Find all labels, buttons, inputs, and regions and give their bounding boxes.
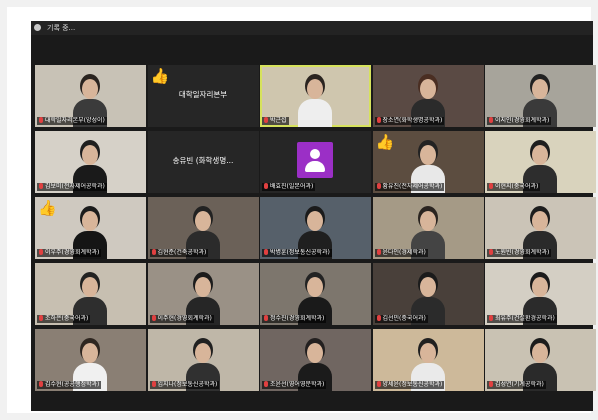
participant-tile[interactable]: 양세윤(정보통신공학과) bbox=[372, 329, 484, 391]
participant-tile[interactable]: 최유주(건설환경공학과) bbox=[485, 263, 596, 325]
participant-tile[interactable]: 대학일자리본부 👍 bbox=[147, 65, 259, 127]
participant-tile[interactable]: 박근섭 bbox=[260, 65, 371, 127]
muted-mic-icon bbox=[376, 183, 381, 189]
participant-name: 김현준(건축공학과) bbox=[149, 249, 209, 257]
muted-mic-icon bbox=[489, 117, 493, 123]
muted-mic-icon bbox=[39, 117, 43, 123]
participant-tile[interactable]: 👍 이우주(경영회계학과) bbox=[35, 197, 146, 259]
muted-mic-icon bbox=[376, 315, 381, 321]
thumbs-up-icon: 👍 bbox=[150, 67, 170, 85]
muted-mic-icon bbox=[376, 381, 381, 387]
muted-mic-icon bbox=[39, 183, 43, 189]
muted-mic-icon bbox=[264, 117, 268, 123]
participant-name: 임지나(정보통신공학과) bbox=[149, 381, 220, 389]
participant-tile[interactable]: 장소연(화학생명공학과) bbox=[372, 65, 484, 127]
muted-mic-icon bbox=[39, 315, 43, 321]
recording-icon bbox=[34, 24, 41, 31]
thumbs-up-icon: 👍 bbox=[38, 199, 57, 217]
participant-tile[interactable]: 이현지(중국어과) bbox=[485, 131, 596, 193]
participant-name: 김선민(중국어과) bbox=[374, 315, 428, 323]
muted-mic-icon bbox=[151, 381, 156, 387]
muted-mic-icon bbox=[39, 381, 43, 387]
participant-name: 조윤선(영어영문학과) bbox=[262, 381, 327, 389]
participant-name: 이현지(중국어과) bbox=[487, 183, 541, 191]
participant-name: 이주현(경영회계학과) bbox=[149, 315, 214, 323]
title-bar: 기록 중... bbox=[31, 21, 593, 35]
participant-name: 김수현(공공행정학과) bbox=[37, 381, 102, 389]
muted-mic-icon bbox=[489, 315, 493, 321]
participant-name: 김성연(기계공학과) bbox=[487, 381, 546, 389]
participant-video bbox=[298, 79, 332, 127]
participant-tile[interactable]: 임지나(정보통신공학과) bbox=[147, 329, 259, 391]
participant-name: 이우주(경영회계학과) bbox=[37, 249, 102, 257]
participant-name: 양세윤(정보통신공학과) bbox=[374, 381, 445, 389]
participant-name: 윤다인(경제학과) bbox=[374, 249, 428, 257]
muted-mic-icon bbox=[489, 381, 493, 387]
muted-mic-icon bbox=[376, 117, 381, 123]
default-avatar-icon bbox=[297, 142, 333, 178]
participant-tile[interactable]: 김현준(건축공학과) bbox=[147, 197, 259, 259]
participant-tile[interactable]: 윤다인(경제학과) bbox=[372, 197, 484, 259]
participant-tile[interactable]: 배효진(일본어과) bbox=[260, 131, 371, 193]
thumbs-up-icon: 👍 bbox=[375, 133, 395, 151]
participant-name: 김보미(전자제어공학과) bbox=[37, 183, 107, 191]
participant-tile[interactable]: 대학일자리본부(양성이) bbox=[35, 65, 146, 127]
participant-tile[interactable]: 이지인(경영회계학과) bbox=[485, 65, 596, 127]
meeting-window: 기록 중... 대학일자리본부(양성이) 대학일자리본부 👍 박근섭 장소연(화학생명공… bbox=[31, 21, 596, 411]
participant-name: 노원빈(경영회계학과) bbox=[487, 249, 552, 257]
participant-name: 조하은(중국어과) bbox=[37, 315, 91, 323]
participant-name: 배효진(일본어과) bbox=[262, 183, 316, 191]
participant-name: 장소연(화학생명공학과) bbox=[374, 117, 445, 125]
participant-name: 황유진(전자제어공학과) bbox=[374, 183, 445, 191]
participant-name: 박근섭 bbox=[262, 117, 289, 125]
participant-tile[interactable]: 김성연(기계공학과) bbox=[485, 329, 596, 391]
muted-mic-icon bbox=[376, 249, 381, 255]
muted-mic-icon bbox=[264, 249, 268, 255]
muted-mic-icon bbox=[39, 249, 43, 255]
recording-status: 기록 중... bbox=[47, 24, 76, 32]
participant-tile[interactable]: 박병훈(정보통신공학과) bbox=[260, 197, 371, 259]
muted-mic-icon bbox=[151, 315, 156, 321]
participant-display-name: 송유빈 (화학생명... bbox=[172, 156, 234, 165]
participant-name: 이지인(경영회계학과) bbox=[487, 117, 552, 125]
participant-tile[interactable]: 조윤선(영어영문학과) bbox=[260, 329, 371, 391]
participant-name: 최유주(건설환경공학과) bbox=[487, 315, 557, 323]
participant-tile[interactable]: 송유빈 (화학생명... bbox=[147, 131, 259, 193]
muted-mic-icon bbox=[489, 249, 493, 255]
muted-mic-icon bbox=[489, 183, 493, 189]
participant-tile[interactable]: 김선민(중국어과) bbox=[372, 263, 484, 325]
muted-mic-icon bbox=[151, 249, 156, 255]
participant-tile[interactable]: 정수진(경영회계학과) bbox=[260, 263, 371, 325]
participant-name: 대학일자리본부(양성이) bbox=[37, 117, 107, 125]
participant-tile[interactable]: 김수현(공공행정학과) bbox=[35, 329, 146, 391]
muted-mic-icon bbox=[264, 315, 268, 321]
participant-tile[interactable]: 이주현(경영회계학과) bbox=[147, 263, 259, 325]
participant-name: 박병훈(정보통신공학과) bbox=[262, 249, 332, 257]
participant-tile[interactable]: 노원빈(경영회계학과) bbox=[485, 197, 596, 259]
participant-name: 정수진(경영회계학과) bbox=[262, 315, 327, 323]
muted-mic-icon bbox=[264, 183, 268, 189]
participant-display-name: 대학일자리본부 bbox=[178, 90, 228, 99]
muted-mic-icon bbox=[264, 381, 268, 387]
participant-gallery: 대학일자리본부(양성이) 대학일자리본부 👍 박근섭 장소연(화학생명공학과) 이지인(경… bbox=[35, 65, 596, 391]
photo-frame: 기록 중... 대학일자리본부(양성이) 대학일자리본부 👍 박근섭 장소연(화학생명공… bbox=[7, 7, 596, 413]
participant-tile[interactable]: 조하은(중국어과) bbox=[35, 263, 146, 325]
participant-tile[interactable]: 👍 황유진(전자제어공학과) bbox=[372, 131, 484, 193]
participant-tile[interactable]: 김보미(전자제어공학과) bbox=[35, 131, 146, 193]
